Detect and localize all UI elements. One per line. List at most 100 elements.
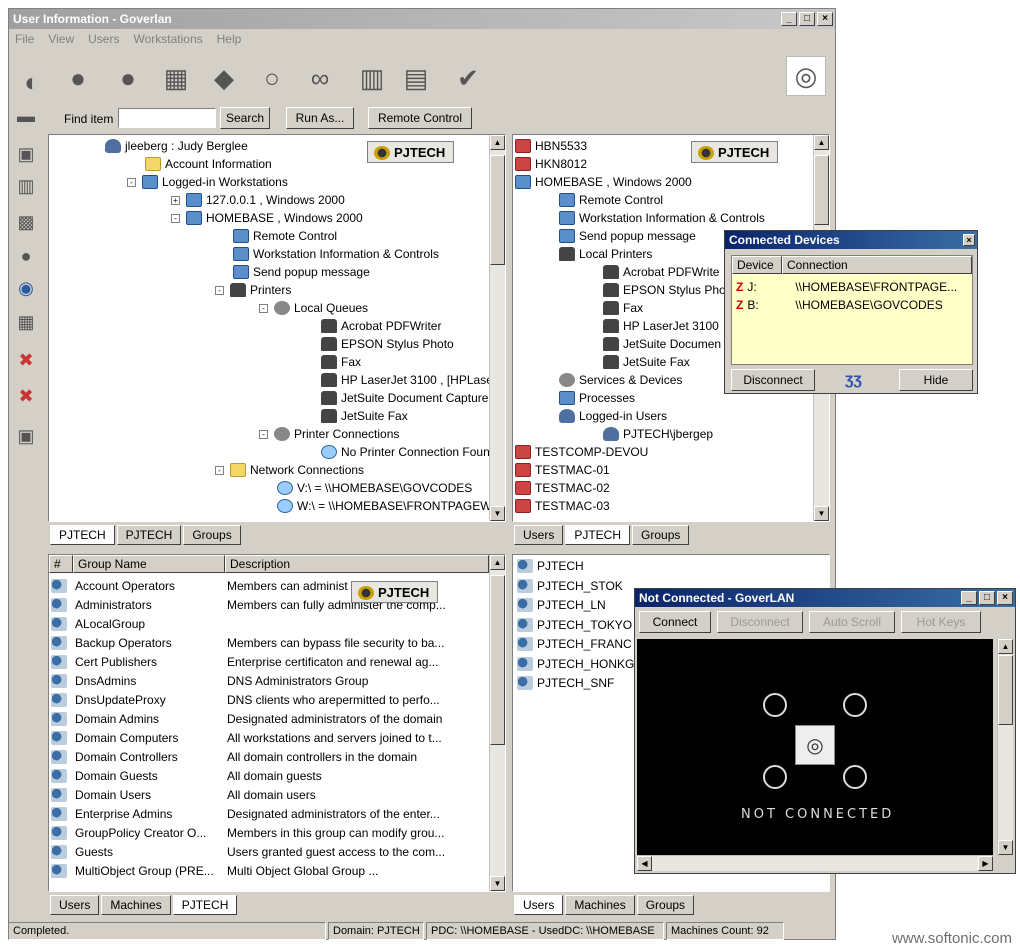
scroll-up-icon[interactable]: ▲: [998, 639, 1013, 654]
tree-item[interactable]: TESTMAC-02: [515, 479, 610, 497]
tree-item[interactable]: Send popup message: [559, 227, 696, 245]
remote-hscrollbar[interactable]: ◀ ▶: [637, 855, 993, 871]
tree-item[interactable]: - Printers: [215, 281, 291, 299]
tree-item[interactable]: Remote Control: [559, 191, 663, 209]
tree-item[interactable]: HKN8012: [515, 155, 587, 173]
col-connection[interactable]: Connection: [782, 256, 972, 274]
tab-users-domain[interactable]: Users: [514, 895, 564, 915]
side-tool-4-icon[interactable]: ▩: [10, 206, 42, 238]
chain-tool-icon[interactable]: ∞: [300, 58, 340, 98]
side-tool-6-icon[interactable]: ◉: [10, 272, 42, 304]
tab-groups-right[interactable]: Groups: [632, 525, 690, 545]
tab-pjtech[interactable]: PJTECH: [565, 525, 631, 545]
close-button[interactable]: ×: [963, 234, 975, 246]
hot-keys-button[interactable]: Hot Keys: [901, 611, 981, 633]
menu-file[interactable]: File: [15, 32, 34, 46]
collapse-icon[interactable]: -: [171, 213, 180, 223]
ring-tool-icon[interactable]: ○: [252, 58, 292, 98]
menu-view[interactable]: View: [48, 32, 74, 46]
tree-item[interactable]: +127.0.0.1 , Windows 2000: [171, 191, 345, 209]
table-row[interactable]: Domain Admins Designated administrators o…: [51, 710, 489, 728]
tree-item[interactable]: JetSuite Fax: [603, 353, 690, 371]
scroll-left-icon[interactable]: ◀: [637, 856, 652, 871]
table-row[interactable]: Enterprise Admins Designated administrato…: [51, 805, 489, 823]
hide-button[interactable]: Hide: [899, 369, 973, 391]
table-row[interactable]: MultiObject Group (PRE... Multi Object Gl…: [51, 862, 489, 880]
scroll-down-icon[interactable]: ▼: [490, 876, 505, 891]
scroll-right-icon[interactable]: ▶: [978, 856, 993, 871]
network-tool-icon[interactable]: ▦: [156, 58, 196, 98]
user-tree-scrollbar[interactable]: ▲ ▼: [489, 135, 505, 521]
tree-item[interactable]: Send popup message: [233, 263, 370, 281]
collapse-icon[interactable]: -: [215, 285, 224, 295]
table-row[interactable]: Cert Publishers Enterprise certificaton a…: [51, 653, 489, 671]
run-as-button[interactable]: Run As...: [286, 107, 354, 129]
collapse-icon[interactable]: -: [259, 429, 268, 439]
scroll-thumb[interactable]: [490, 155, 505, 265]
tab-groups-domain[interactable]: Groups: [636, 895, 695, 915]
tab-users[interactable]: Users: [514, 525, 564, 545]
tree-item[interactable]: PJTECH\jbergep: [603, 425, 713, 443]
device-row[interactable]: Z J: \\HOMEBASE\FRONTPAGE...: [736, 278, 957, 296]
side-tool-1-icon[interactable]: ▬: [10, 100, 42, 132]
maximize-button[interactable]: □: [979, 591, 995, 605]
printer-tool-icon[interactable]: ▤: [396, 58, 436, 98]
side-tool-3-icon[interactable]: ▥: [10, 170, 42, 202]
tree-item[interactable]: HOMEBASE , Windows 2000: [515, 173, 692, 191]
col-number[interactable]: #: [49, 555, 73, 573]
check-tool-icon[interactable]: ✔: [448, 58, 488, 98]
tree-item[interactable]: Local Printers: [559, 245, 652, 263]
tree-item[interactable]: Processes: [559, 389, 635, 407]
col-group-name[interactable]: Group Name: [73, 555, 225, 573]
scroll-up-icon[interactable]: ▲: [814, 135, 829, 150]
menu-help[interactable]: Help: [217, 32, 242, 46]
side-tool-2-icon[interactable]: ▣: [10, 138, 42, 170]
grid-tool-icon[interactable]: ▥: [352, 58, 392, 98]
remote-vscrollbar[interactable]: ▲ ▼: [997, 639, 1013, 855]
list-item[interactable]: PJTECH_TOKYO: [517, 616, 632, 634]
scroll-down-icon[interactable]: ▼: [998, 840, 1013, 855]
expand-icon[interactable]: +: [171, 195, 180, 205]
device-row[interactable]: Z B: \\HOMEBASE\GOVCODES: [736, 296, 943, 314]
search-button[interactable]: Search: [220, 107, 270, 129]
tree-item[interactable]: W:\ = \\HOMEBASE\FRONTPAGEWEB: [277, 497, 505, 515]
scroll-up-icon[interactable]: ▲: [490, 135, 505, 150]
table-row[interactable]: DnsAdmins DNS Administrators Group: [51, 672, 489, 690]
groups-scrollbar[interactable]: ▲ ▼: [489, 555, 505, 891]
table-row[interactable]: Domain Users All domain users: [51, 786, 489, 804]
tree-item[interactable]: EPSON Stylus Phot: [603, 281, 729, 299]
side-tool-5-icon[interactable]: ●: [10, 240, 42, 272]
menu-users[interactable]: Users: [88, 32, 119, 46]
side-tool-7-icon[interactable]: ▦: [10, 306, 42, 338]
side-tool-10-icon[interactable]: ▣: [10, 420, 42, 452]
col-description[interactable]: Description: [225, 555, 489, 573]
tree-item[interactable]: Account Information: [145, 155, 272, 173]
list-item[interactable]: PJTECH_HONKG: [517, 655, 634, 673]
tab-pjtech-2[interactable]: PJTECH: [116, 525, 182, 545]
tree-item[interactable]: HP LaserJet 3100 , [HPLaserJet]: [321, 371, 505, 389]
tree-item[interactable]: TESTMAC-03: [515, 497, 610, 515]
tree-item[interactable]: - Local Queues: [259, 299, 368, 317]
tree-item[interactable]: Acrobat PDFWrite: [603, 263, 719, 281]
collapse-icon[interactable]: -: [127, 177, 136, 187]
puzzle-tool-icon[interactable]: ◆: [204, 58, 244, 98]
users-tool-icon[interactable]: ◐: [12, 62, 52, 102]
list-item[interactable]: PJTECH_STOK: [517, 577, 623, 595]
remote-screen[interactable]: ◎ NOT CONNECTED: [637, 639, 993, 857]
side-tool-8-icon[interactable]: ✖: [10, 344, 42, 376]
list-item[interactable]: PJTECH_LN: [517, 596, 606, 614]
tree-item[interactable]: EPSON Stylus Photo: [321, 335, 454, 353]
table-row[interactable]: GroupPolicy Creator O... Members in this …: [51, 824, 489, 842]
tree-item[interactable]: V:\ = \\HOMEBASE\GOVCODES: [277, 479, 472, 497]
menu-workstations[interactable]: Workstations: [133, 32, 202, 46]
tree-item[interactable]: - Printer Connections: [259, 425, 399, 443]
tab-groups[interactable]: Groups: [183, 525, 241, 545]
tree-item[interactable]: jleeberg : Judy Berglee: [105, 137, 248, 155]
close-button[interactable]: ×: [817, 12, 833, 26]
close-button[interactable]: ×: [997, 591, 1013, 605]
tree-item[interactable]: HBN5533: [515, 137, 587, 155]
table-row[interactable]: Backup Operators Members can bypass file …: [51, 634, 489, 652]
side-tool-9-icon[interactable]: ✖: [10, 380, 42, 412]
scroll-thumb[interactable]: [814, 155, 829, 225]
tree-item[interactable]: HP LaserJet 3100: [603, 317, 719, 335]
